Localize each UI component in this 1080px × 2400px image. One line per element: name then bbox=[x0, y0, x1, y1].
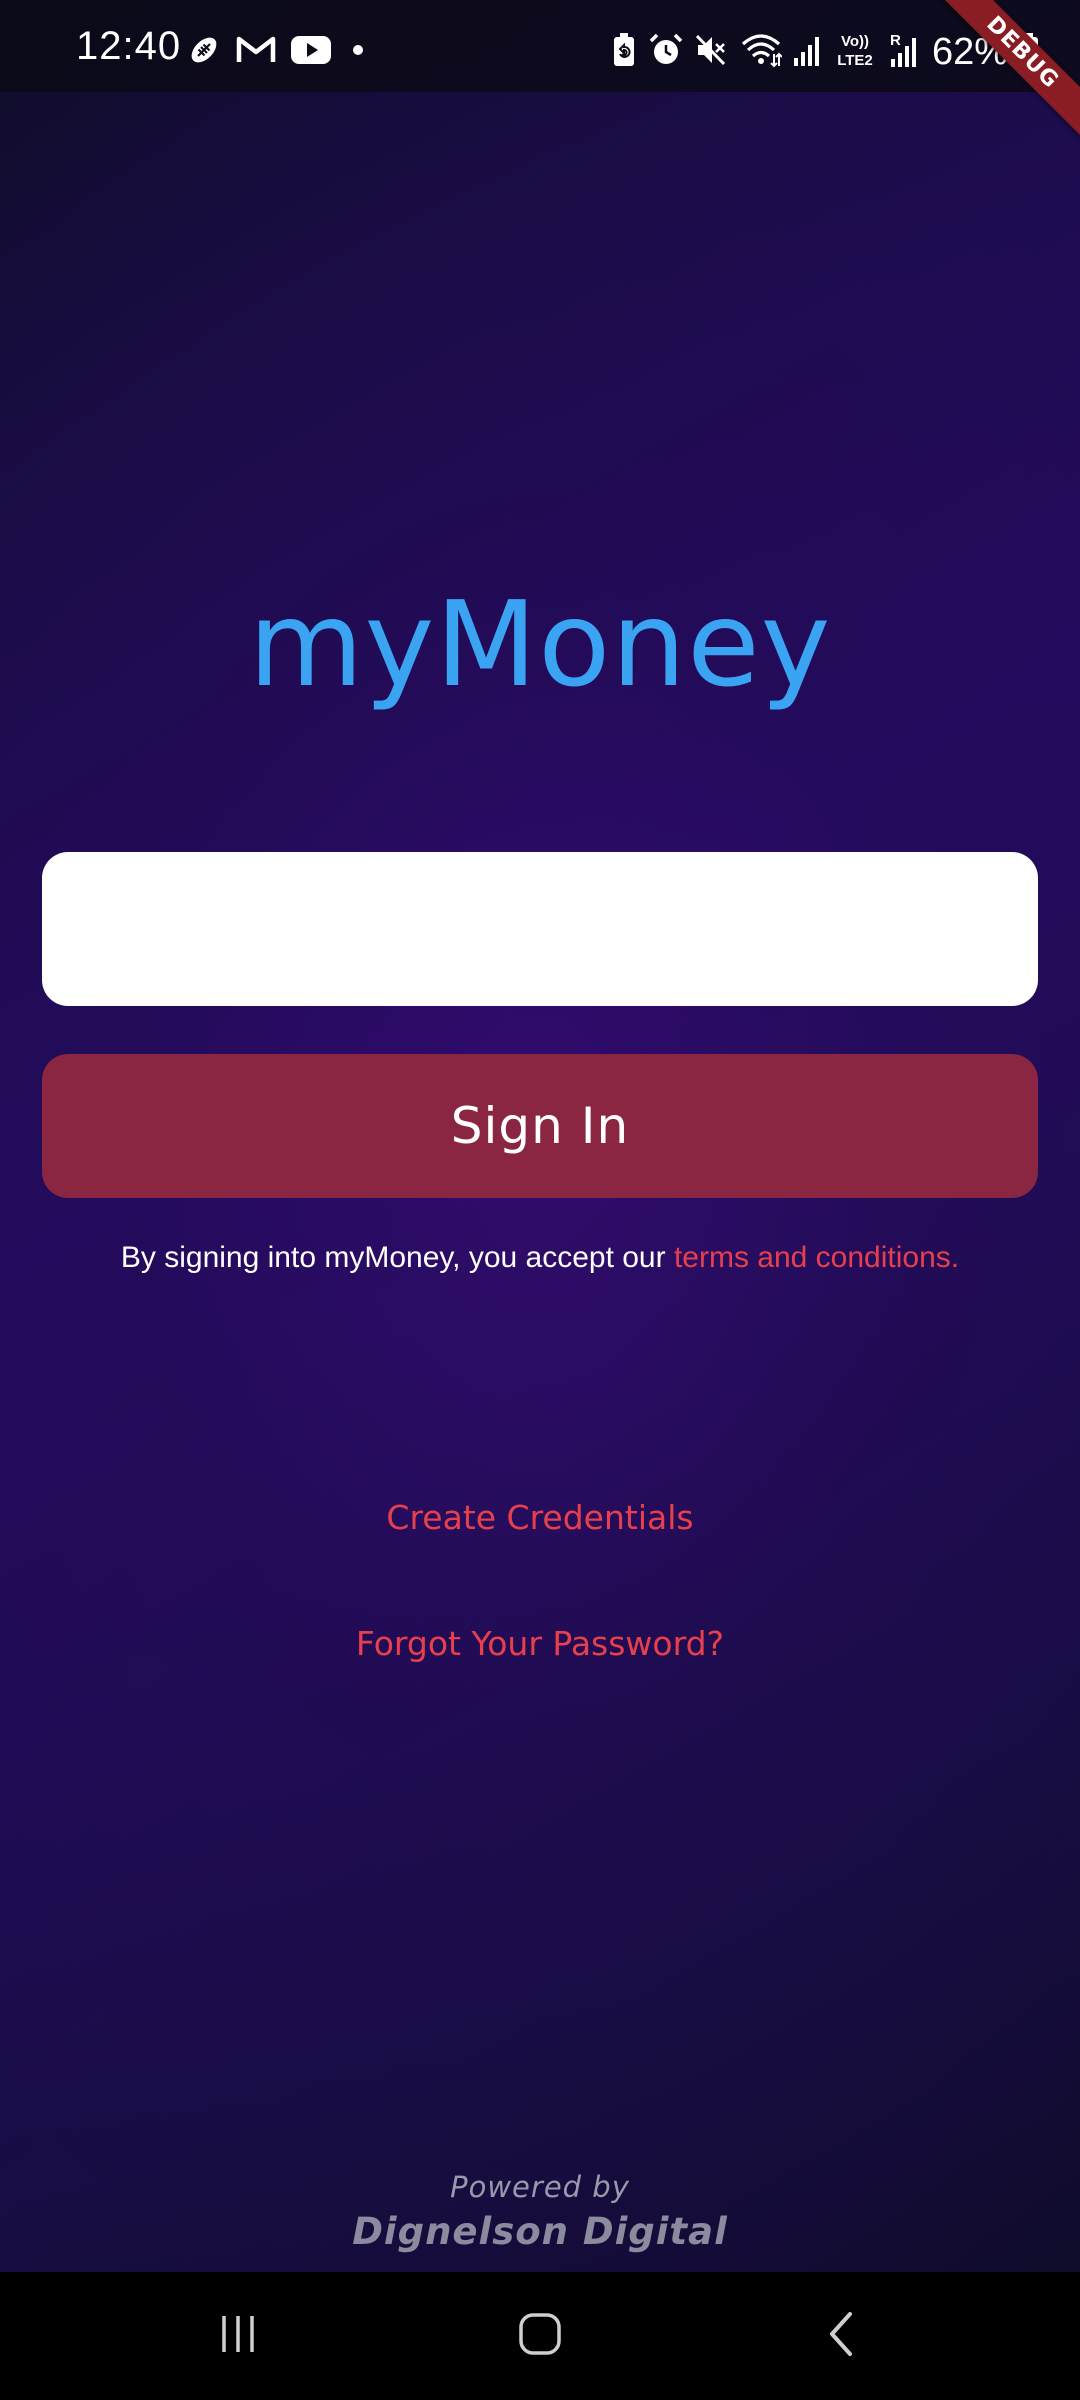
terms-notice: By signing into myMoney, you accept our … bbox=[0, 1238, 1080, 1278]
create-credentials-link[interactable]: Create Credentials bbox=[0, 1498, 1080, 1537]
debug-banner: DEBUG bbox=[930, 0, 1080, 150]
sign-in-button[interactable]: Sign In bbox=[42, 1054, 1038, 1198]
battery-saver-icon bbox=[610, 32, 638, 72]
alarm-icon bbox=[648, 32, 684, 72]
wifi-icon bbox=[740, 32, 783, 72]
youtube-icon bbox=[290, 34, 332, 70]
gmail-icon bbox=[236, 34, 276, 70]
debug-banner-wrap: DEBUG bbox=[930, 0, 1080, 150]
signal-icon bbox=[792, 32, 822, 72]
roaming-signal-icon: R bbox=[888, 31, 922, 73]
back-icon bbox=[820, 2310, 864, 2362]
recents-icon bbox=[216, 2312, 260, 2360]
recents-button[interactable] bbox=[178, 2296, 298, 2376]
powered-by-text: Powered by bbox=[450, 2170, 630, 2204]
notification-dot-icon bbox=[346, 34, 370, 70]
home-icon bbox=[516, 2310, 564, 2362]
terms-link[interactable]: terms and conditions. bbox=[674, 1241, 959, 1274]
terms-prefix: By signing into myMoney, you accept our bbox=[120, 1241, 674, 1274]
mute-icon bbox=[694, 32, 730, 72]
forgot-password-link[interactable]: Forgot Your Password? bbox=[0, 1624, 1080, 1663]
svg-text:R: R bbox=[890, 32, 901, 49]
football-icon bbox=[186, 32, 222, 72]
volte-lte2-icon: Vo)) LTE2 bbox=[832, 30, 878, 74]
svg-text:LTE2: LTE2 bbox=[837, 52, 873, 69]
back-button[interactable] bbox=[782, 2296, 902, 2376]
navigation-bar bbox=[0, 2272, 1080, 2400]
company-name: Dignelson Digital bbox=[352, 2210, 728, 2253]
status-time: 12:40 bbox=[76, 24, 182, 68]
credential-input[interactable] bbox=[42, 852, 1038, 1006]
status-left-icons bbox=[186, 32, 370, 72]
app-title: myMoney bbox=[248, 575, 832, 713]
status-bar: 12:40 Vo)) LTE2 R 62% bbox=[0, 0, 1080, 92]
svg-text:Vo)): Vo)) bbox=[841, 33, 869, 50]
home-button[interactable] bbox=[480, 2296, 600, 2376]
